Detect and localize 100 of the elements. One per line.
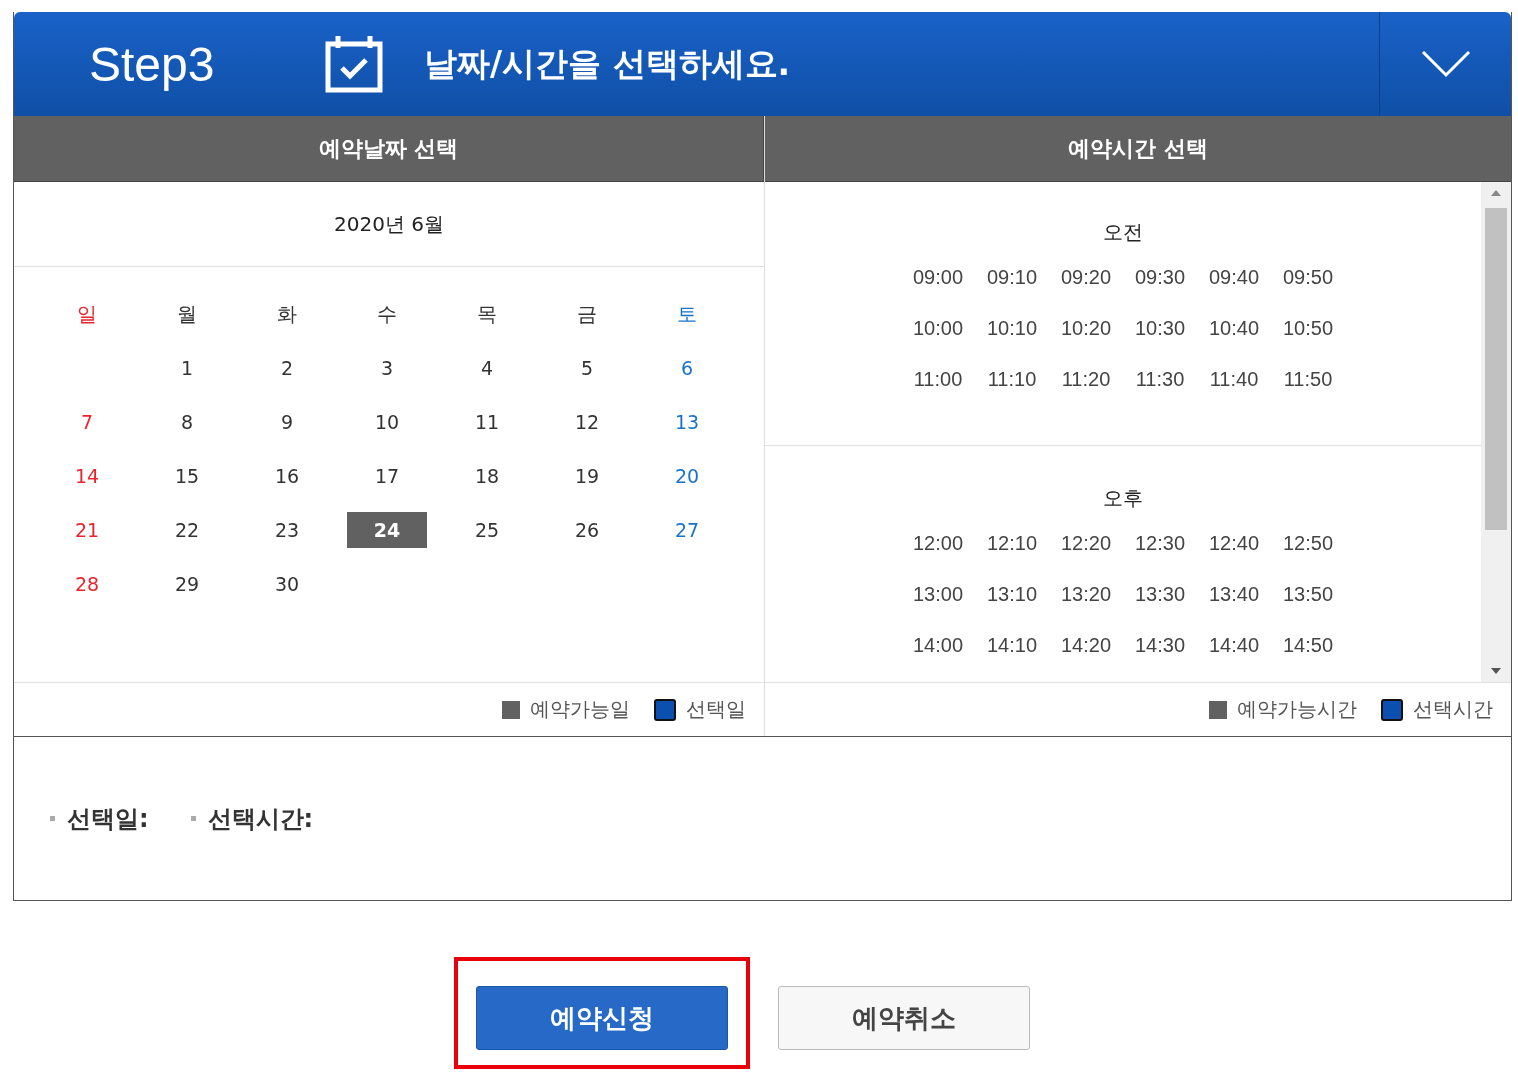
legend-label: 선택일 (686, 696, 746, 723)
time-slot[interactable]: 13:10 (975, 579, 1049, 609)
weekday-label: 월 (176, 300, 198, 328)
scroll-up-icon[interactable] (1491, 190, 1501, 196)
time-slot[interactable]: 13:40 (1197, 579, 1271, 609)
time-slot[interactable]: 14:10 (975, 630, 1049, 660)
calendar-day[interactable]: 27 (647, 512, 727, 548)
time-slot[interactable]: 14:30 (1123, 630, 1197, 660)
time-slot[interactable]: 11:50 (1271, 364, 1345, 394)
time-slot[interactable]: 11:00 (901, 364, 975, 394)
calendar-check-icon (324, 34, 384, 94)
period-label: 오후 (1103, 485, 1143, 512)
calendar-day[interactable]: 21 (47, 512, 127, 548)
time-slot[interactable]: 12:40 (1197, 528, 1271, 558)
weekday-label: 일 (76, 300, 98, 328)
time-slot[interactable]: 09:50 (1271, 262, 1345, 292)
calendar-day[interactable]: 29 (147, 566, 227, 602)
calendar-day[interactable]: 30 (247, 566, 327, 602)
bullet-icon (190, 816, 196, 821)
time-slot[interactable]: 10:00 (901, 313, 975, 343)
chevron-down-icon (1420, 50, 1471, 78)
scroll-thumb[interactable] (1485, 208, 1507, 530)
time-slot[interactable]: 12:50 (1271, 528, 1345, 558)
time-slot[interactable]: 09:40 (1197, 262, 1271, 292)
calendar-day[interactable]: 1 (147, 350, 227, 386)
time-slot[interactable]: 14:40 (1197, 630, 1271, 660)
calendar-day[interactable]: 10 (347, 404, 427, 440)
time-slot[interactable]: 09:00 (901, 262, 975, 292)
calendar-day[interactable]: 9 (247, 404, 327, 440)
time-slot[interactable]: 09:20 (1049, 262, 1123, 292)
calendar-day[interactable]: 14 (47, 458, 127, 494)
column-header: 예약시간 선택 (765, 116, 1511, 182)
calendar-day[interactable]: 6 (647, 350, 727, 386)
summary-label: 선택시간: (207, 803, 314, 835)
time-slot[interactable]: 11:10 (975, 364, 1049, 394)
calendar-day[interactable]: 19 (547, 458, 627, 494)
selected-swatch-icon (1381, 698, 1403, 721)
selected-swatch-icon (654, 698, 676, 721)
time-slot[interactable]: 13:30 (1123, 579, 1197, 609)
legend-label: 예약가능시간 (1237, 696, 1357, 723)
summary-label: 선택일: (67, 803, 149, 835)
time-slot[interactable]: 13:50 (1271, 579, 1345, 609)
calendar-day[interactable]: 26 (547, 512, 627, 548)
step-label: Step3 (89, 36, 216, 92)
calendar-day[interactable]: 25 (447, 512, 527, 548)
calendar-day[interactable]: 5 (547, 350, 627, 386)
time-slot[interactable]: 10:20 (1049, 313, 1123, 343)
header-title: 날짜/시간을 선택하세요. (424, 42, 791, 85)
action-button[interactable]: 예약취소 (778, 986, 1030, 1050)
available-swatch-icon (1209, 700, 1227, 719)
time-slot[interactable]: 10:50 (1271, 313, 1345, 343)
calendar-day[interactable]: 4 (447, 350, 527, 386)
calendar-day[interactable]: 11 (447, 404, 527, 440)
time-slot[interactable]: 10:40 (1197, 313, 1271, 343)
calendar-day[interactable]: 24 (347, 512, 427, 548)
time-slot[interactable]: 12:10 (975, 528, 1049, 558)
legend-label: 예약가능일 (530, 696, 630, 723)
weekday-label: 수 (376, 300, 398, 328)
calendar-day[interactable]: 3 (347, 350, 427, 386)
time-slot[interactable]: 14:00 (901, 630, 975, 660)
month-label: 2020년 6월 (14, 182, 764, 267)
calendar-day[interactable]: 17 (347, 458, 427, 494)
calendar-day[interactable]: 13 (647, 404, 727, 440)
calendar-day[interactable]: 20 (647, 458, 727, 494)
calendar-day[interactable]: 18 (447, 458, 527, 494)
time-slot[interactable]: 09:10 (975, 262, 1049, 292)
calendar-day[interactable]: 22 (147, 512, 227, 548)
calendar-day[interactable]: 28 (47, 566, 127, 602)
bullet-icon (50, 816, 55, 821)
time-slot[interactable]: 14:50 (1271, 630, 1345, 660)
time-slot[interactable]: 12:30 (1123, 528, 1197, 558)
time-slot[interactable]: 09:30 (1123, 262, 1197, 292)
weekday-label: 화 (276, 300, 298, 328)
weekday-label: 금 (576, 300, 598, 328)
period-label: 오전 (1103, 219, 1143, 246)
calendar-day[interactable]: 15 (147, 458, 227, 494)
time-slot[interactable]: 10:10 (975, 313, 1049, 343)
calendar-day[interactable]: 8 (147, 404, 227, 440)
legend-label: 선택시간 (1413, 696, 1493, 723)
calendar-day[interactable]: 7 (47, 404, 127, 440)
time-slot[interactable]: 11:30 (1123, 364, 1197, 394)
calendar-day[interactable]: 2 (247, 350, 327, 386)
time-slot[interactable]: 12:00 (901, 528, 975, 558)
calendar-day[interactable]: 12 (547, 404, 627, 440)
time-slot[interactable]: 13:00 (901, 579, 975, 609)
available-swatch-icon (502, 700, 520, 719)
calendar-day[interactable]: 23 (247, 512, 327, 548)
scrollbar[interactable] (1481, 182, 1511, 682)
scroll-down-icon[interactable] (1491, 668, 1501, 674)
weekday-label: 토 (676, 300, 698, 328)
time-slot[interactable]: 11:20 (1049, 364, 1123, 394)
action-button[interactable]: 예약신청 (476, 986, 728, 1050)
calendar-day[interactable]: 16 (247, 458, 327, 494)
column-header: 예약날짜 선택 (14, 116, 764, 182)
time-slot[interactable]: 11:40 (1197, 364, 1271, 394)
time-slot[interactable]: 12:20 (1049, 528, 1123, 558)
time-slot[interactable]: 14:20 (1049, 630, 1123, 660)
weekday-label: 목 (476, 300, 498, 328)
time-slot[interactable]: 13:20 (1049, 579, 1123, 609)
time-slot[interactable]: 10:30 (1123, 313, 1197, 343)
